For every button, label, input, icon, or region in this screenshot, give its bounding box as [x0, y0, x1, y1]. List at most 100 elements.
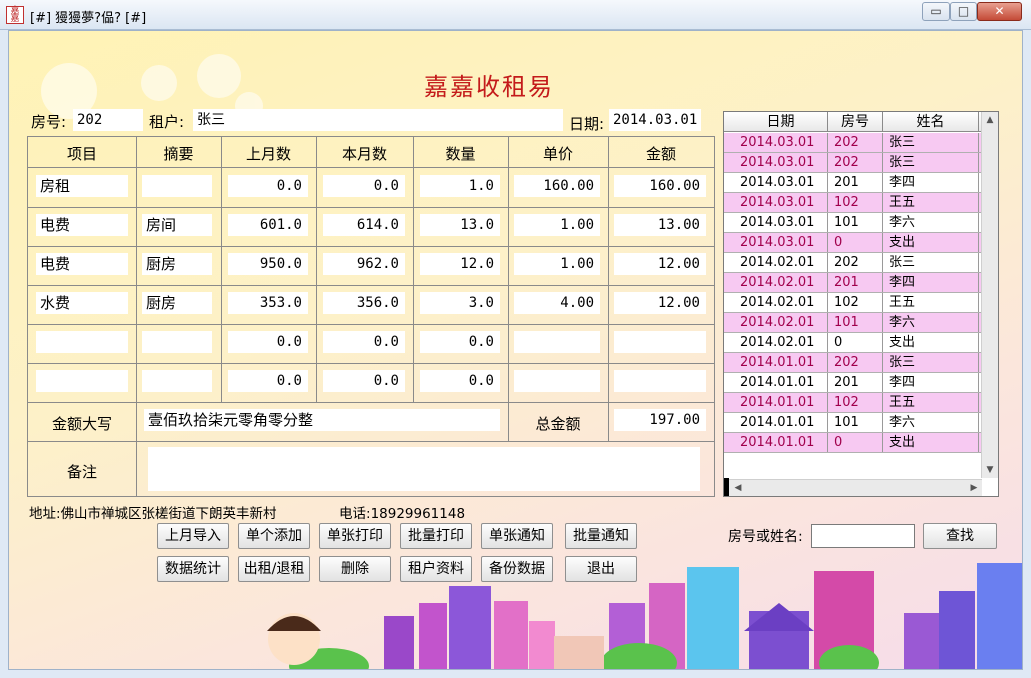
amount-words-field[interactable]: 壹佰玖拾柒元零角零分整: [144, 409, 500, 431]
row-6-amount-field[interactable]: [614, 370, 706, 392]
row-2-amount-field[interactable]: 13.00: [614, 214, 706, 236]
row-4-amount-field[interactable]: 12.00: [614, 292, 706, 314]
room-input[interactable]: 202: [73, 109, 143, 131]
notes-field[interactable]: [148, 447, 700, 491]
record-date-cell: 2014.03.01: [734, 233, 828, 252]
record-row[interactable]: 2014.03.01 202 张三: [724, 133, 982, 153]
row-5-price-field[interactable]: [514, 331, 600, 353]
notify-single-button[interactable]: 单张通知: [481, 523, 553, 549]
notify-batch-button[interactable]: 批量通知: [565, 523, 637, 549]
record-row[interactable]: 2014.03.01 201 李四: [724, 173, 982, 193]
row-1-curr-field[interactable]: 0.0: [323, 175, 405, 197]
record-row[interactable]: 2014.01.01 101 李六: [724, 413, 982, 433]
row-5-summary-field[interactable]: [142, 331, 212, 353]
record-room-cell: 101: [828, 213, 883, 232]
row-4-qty-field[interactable]: 3.0: [420, 292, 500, 314]
record-row[interactable]: 2014.03.01 202 张三: [724, 153, 982, 173]
row-3-curr-field[interactable]: 962.0: [323, 253, 405, 275]
tenant-input[interactable]: 张三: [193, 109, 563, 131]
add-single-button[interactable]: 单个添加: [238, 523, 310, 549]
main-window-client: 嘉嘉收租易 房号: 202 租户: 张三 日期: 2014.03.01 项目 摘…: [8, 30, 1023, 670]
records-horizontal-scrollbar[interactable]: ◀ ▶: [724, 479, 982, 496]
record-row[interactable]: 2014.02.01 201 李四: [724, 273, 982, 293]
backup-data-button[interactable]: 备份数据: [481, 556, 553, 582]
row-6-curr-field[interactable]: 0.0: [323, 370, 405, 392]
search-button[interactable]: 查找: [923, 523, 997, 549]
record-row[interactable]: 2014.03.01 101 李六: [724, 213, 982, 233]
import-last-month-button[interactable]: 上月导入: [157, 523, 229, 549]
record-row[interactable]: 2014.02.01 102 王五: [724, 293, 982, 313]
row-4-summary-field[interactable]: 厨房: [142, 292, 212, 314]
phone-value: 18929961148: [370, 506, 466, 522]
minimize-button[interactable]: ▭: [922, 2, 950, 21]
record-row[interactable]: 2014.01.01 201 李四: [724, 373, 982, 393]
row-5-qty-field[interactable]: 0.0: [420, 331, 500, 353]
row-4-item-field[interactable]: 水费: [36, 292, 128, 314]
row-1-qty-field[interactable]: 1.0: [420, 175, 500, 197]
row-3-summary-field[interactable]: 厨房: [142, 253, 212, 275]
row-6-summary-field[interactable]: [142, 370, 212, 392]
records-col-date[interactable]: 日期: [734, 112, 828, 132]
records-col-room[interactable]: 房号: [828, 112, 883, 132]
scroll-down-icon[interactable]: ▼: [982, 462, 998, 478]
search-input[interactable]: [811, 524, 915, 548]
row-2-qty-field[interactable]: 13.0: [420, 214, 500, 236]
date-input[interactable]: 2014.03.01: [609, 109, 701, 131]
row-3-qty-field[interactable]: 12.0: [420, 253, 500, 275]
row-1-prev-field[interactable]: 0.0: [228, 175, 308, 197]
row-3-item-field[interactable]: 电费: [36, 253, 128, 275]
row-6-prev-field[interactable]: 0.0: [228, 370, 308, 392]
records-grid[interactable]: 日期 房号 姓名 2014.03.01 202 张三 2014.03.01 202 张三 2…: [723, 111, 999, 497]
close-button[interactable]: ✕: [977, 2, 1022, 21]
row-5-amount-field[interactable]: [614, 331, 706, 353]
maximize-button[interactable]: □: [950, 2, 977, 21]
row-5-item-field[interactable]: [36, 331, 128, 353]
row-3-price-field[interactable]: 1.00: [514, 253, 600, 275]
record-row[interactable]: 2014.02.01 101 李六: [724, 313, 982, 333]
record-row[interactable]: 2014.03.01 0 支出: [724, 233, 982, 253]
record-row[interactable]: 2014.02.01 202 张三: [724, 253, 982, 273]
rent-checkout-button[interactable]: 出租/退租: [238, 556, 310, 582]
record-name-cell: 张三: [883, 153, 979, 172]
records-corner: [724, 478, 729, 496]
record-row[interactable]: 2014.01.01 102 王五: [724, 393, 982, 413]
row-3-prev-field[interactable]: 950.0: [228, 253, 308, 275]
row-4-prev-field[interactable]: 353.0: [228, 292, 308, 314]
tenant-info-button[interactable]: 租户资料: [400, 556, 472, 582]
record-name-cell: 李四: [883, 173, 979, 192]
row-4-curr-field[interactable]: 356.0: [323, 292, 405, 314]
records-col-name[interactable]: 姓名: [883, 112, 979, 132]
record-row[interactable]: 2014.01.01 0 支出: [724, 433, 982, 453]
record-row[interactable]: 2014.01.01 202 张三: [724, 353, 982, 373]
row-4-price-field[interactable]: 4.00: [514, 292, 600, 314]
row-2-summary-field[interactable]: 房间: [142, 214, 212, 236]
row-6-qty-field[interactable]: 0.0: [420, 370, 500, 392]
row-2-prev-field[interactable]: 601.0: [228, 214, 308, 236]
row-2-price-field[interactable]: 1.00: [514, 214, 600, 236]
row-1-summary-field[interactable]: [142, 175, 212, 197]
scroll-up-icon[interactable]: ▲: [982, 112, 998, 128]
row-1-price-field[interactable]: 160.00: [514, 175, 600, 197]
delete-button[interactable]: 删除: [319, 556, 391, 582]
row-6-price-field[interactable]: [514, 370, 600, 392]
row-3-amount-field[interactable]: 12.00: [614, 253, 706, 275]
scroll-left-icon[interactable]: ◀: [730, 480, 746, 496]
exit-button[interactable]: 退出: [565, 556, 637, 582]
row-2-curr-field[interactable]: 614.0: [323, 214, 405, 236]
scroll-right-icon[interactable]: ▶: [966, 480, 982, 496]
row-2-item-field[interactable]: 电费: [36, 214, 128, 236]
grid-line: [28, 324, 714, 325]
row-1-item-field[interactable]: 房租: [36, 175, 128, 197]
row-1-amount-field[interactable]: 160.00: [614, 175, 706, 197]
row-5-prev-field[interactable]: 0.0: [228, 331, 308, 353]
print-batch-button[interactable]: 批量打印: [400, 523, 472, 549]
statistics-button[interactable]: 数据统计: [157, 556, 229, 582]
row-6-item-field[interactable]: [36, 370, 128, 392]
print-single-button[interactable]: 单张打印: [319, 523, 391, 549]
total-field[interactable]: 197.00: [614, 409, 706, 431]
record-row[interactable]: 2014.02.01 0 支出: [724, 333, 982, 353]
row-5-curr-field[interactable]: 0.0: [323, 331, 405, 353]
record-row[interactable]: 2014.03.01 102 王五: [724, 193, 982, 213]
records-vertical-scrollbar[interactable]: ▲ ▼: [981, 112, 998, 478]
record-date-cell: 2014.02.01: [734, 273, 828, 292]
